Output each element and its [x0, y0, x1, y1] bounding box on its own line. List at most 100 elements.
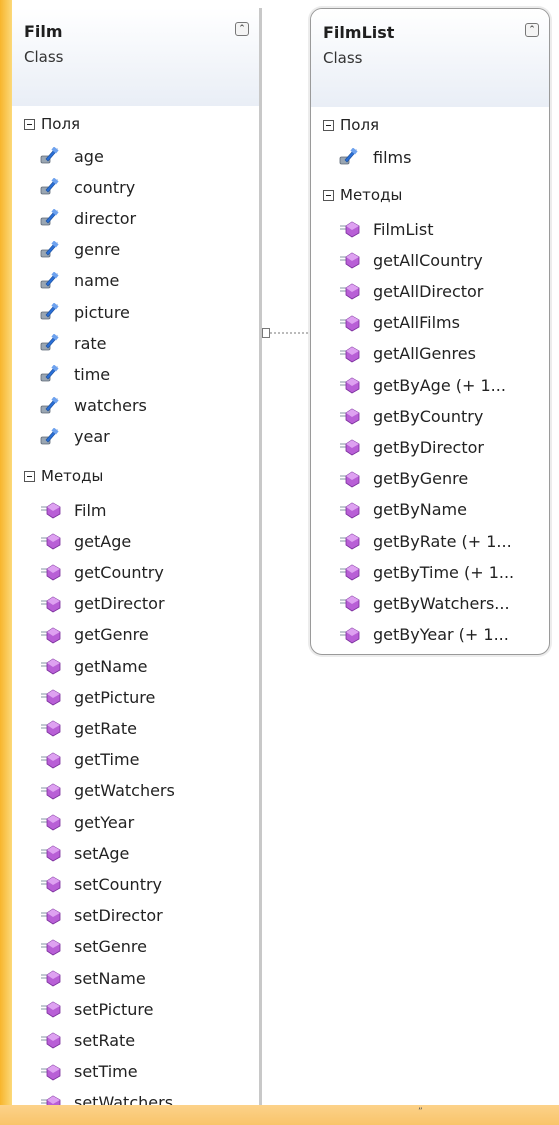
method-row[interactable]: setPicture: [40, 997, 153, 1021]
method-label: getByTime (+ 1...: [373, 562, 515, 582]
field-label: watchers: [74, 396, 147, 416]
method-row[interactable]: getAllCountry: [339, 248, 483, 272]
method-icon: [41, 1064, 61, 1081]
method-row[interactable]: setName: [40, 966, 146, 990]
field-row[interactable]: watchers: [40, 394, 147, 418]
method-icon: [340, 315, 360, 332]
method-icon: [340, 502, 360, 519]
method-label: setCountry: [74, 874, 163, 894]
field-label: country: [74, 177, 136, 197]
method-row[interactable]: getTime: [40, 748, 139, 772]
method-label: getRate: [74, 718, 137, 738]
method-row[interactable]: getByDirector: [339, 435, 484, 459]
method-icon: [41, 783, 61, 800]
method-row[interactable]: getByRate (+ 1...: [339, 529, 512, 553]
method-row[interactable]: getDirector: [40, 592, 165, 616]
method-row[interactable]: getWatchers: [40, 779, 175, 803]
method-label: getByYear (+ 1...: [373, 625, 509, 645]
field-icon: [40, 365, 59, 382]
method-row[interactable]: getPicture: [40, 685, 155, 709]
method-row[interactable]: getByCountry: [339, 404, 483, 428]
filmlist-methods-section-toggle[interactable]: Методы: [323, 184, 402, 206]
film-fields-section-toggle[interactable]: Поля: [24, 113, 80, 135]
field-row[interactable]: time: [40, 362, 110, 386]
method-label: setGenre: [74, 937, 147, 957]
field-icon: [40, 303, 59, 320]
method-icon: [41, 658, 61, 675]
field-row[interactable]: director: [40, 206, 136, 230]
method-row[interactable]: setDirector: [40, 904, 163, 928]
left-accent-strip: [0, 0, 12, 1125]
method-icon: [340, 627, 360, 644]
method-row[interactable]: getRate: [40, 716, 137, 740]
method-label: FilmList: [373, 219, 434, 239]
method-row[interactable]: getByGenre: [339, 467, 468, 491]
field-row[interactable]: picture: [40, 300, 130, 324]
field-row[interactable]: year: [40, 425, 110, 449]
method-label: getByWatchers...: [373, 593, 510, 613]
method-row[interactable]: FilmList: [339, 217, 433, 241]
method-icon: [41, 1032, 61, 1049]
film-class-stereotype: Class: [24, 48, 64, 66]
method-row[interactable]: setAge: [40, 841, 129, 865]
method-row[interactable]: getName: [40, 654, 147, 678]
field-label: rate: [74, 333, 107, 353]
method-row[interactable]: getAllGenres: [339, 342, 476, 366]
method-icon: [340, 346, 360, 363]
film-methods-section-toggle[interactable]: Методы: [24, 465, 103, 487]
method-row[interactable]: getAllDirector: [339, 279, 483, 303]
method-row[interactable]: getGenre: [40, 623, 149, 647]
method-label: getAllFilms: [373, 313, 460, 333]
method-label: setPicture: [74, 999, 154, 1019]
field-row[interactable]: rate: [40, 331, 107, 355]
method-icon: [340, 564, 360, 581]
field-icon: [40, 427, 59, 445]
field-row[interactable]: films: [339, 145, 411, 169]
filmlist-class-panel: FilmList Class ⌃ Поля films Методы FilmL…: [310, 8, 550, 655]
method-label: getByRate (+ 1...: [373, 531, 512, 551]
method-row[interactable]: getByTime (+ 1...: [339, 560, 514, 584]
method-row[interactable]: getYear: [40, 810, 134, 834]
association-connector[interactable]: [262, 327, 310, 341]
collapse-chevron-icon[interactable]: ⌃: [235, 22, 249, 36]
method-icon: [340, 595, 360, 612]
method-label: getAge: [74, 531, 132, 551]
method-icon: [41, 502, 61, 519]
method-label: getTime: [74, 750, 140, 770]
method-row[interactable]: setTime: [40, 1060, 138, 1084]
bottom-accent-strip: ”: [0, 1105, 559, 1125]
field-icon: [40, 334, 59, 351]
method-row[interactable]: setGenre: [40, 935, 147, 959]
method-icon: [41, 752, 61, 769]
field-icon: [40, 240, 59, 257]
field-icon: [40, 178, 59, 195]
field-row[interactable]: genre: [40, 238, 120, 262]
method-row[interactable]: setCountry: [40, 872, 162, 896]
method-row[interactable]: Film: [40, 498, 107, 522]
collapse-chevron-icon[interactable]: ⌃: [525, 23, 539, 37]
field-label: year: [74, 427, 110, 447]
method-icon: [340, 408, 360, 425]
field-label: films: [373, 147, 412, 167]
field-row[interactable]: age: [40, 144, 104, 168]
filmlist-fields-header: Поля: [340, 116, 380, 134]
method-row[interactable]: getByName: [339, 498, 467, 522]
method-row[interactable]: getByWatchers...: [339, 591, 510, 615]
method-row[interactable]: getByYear (+ 1...: [339, 623, 509, 647]
method-row[interactable]: getByAge (+ 1...: [339, 373, 506, 397]
film-methods-header: Методы: [41, 467, 104, 485]
method-icon: [41, 908, 61, 925]
method-row[interactable]: getAge: [40, 529, 131, 553]
method-label: setDirector: [74, 906, 163, 926]
filmlist-fields-section-toggle[interactable]: Поля: [323, 114, 379, 136]
field-icon: [40, 396, 59, 413]
method-row[interactable]: setRate: [40, 1028, 135, 1052]
method-label: getCountry: [74, 562, 164, 582]
minus-toggle-icon: [24, 118, 35, 130]
method-label: getAllDirector: [373, 281, 484, 301]
method-label: getName: [74, 656, 148, 676]
field-row[interactable]: name: [40, 269, 119, 293]
method-row[interactable]: getCountry: [40, 560, 164, 584]
method-row[interactable]: getAllFilms: [339, 311, 460, 335]
field-row[interactable]: country: [40, 175, 135, 199]
